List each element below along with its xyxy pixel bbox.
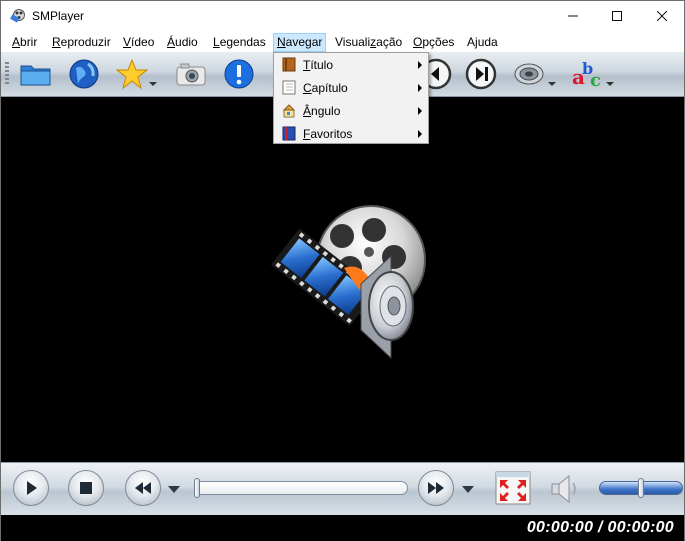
- submenu-arrow-icon: [418, 61, 422, 69]
- forward-button[interactable]: [418, 470, 454, 506]
- rewind-dropdown-arrow[interactable]: [168, 486, 180, 493]
- smplayer-film-reel-logo: [271, 205, 426, 360]
- seek-handle[interactable]: [194, 478, 200, 498]
- minimize-button[interactable]: [550, 1, 596, 31]
- info-icon: [224, 59, 254, 89]
- seek-bar[interactable]: [194, 481, 408, 495]
- maximize-button[interactable]: [594, 1, 640, 31]
- menu-abrir[interactable]: Abrir: [9, 34, 40, 51]
- audio-track-button[interactable]: [511, 56, 547, 92]
- menu-opcoes[interactable]: Opções: [410, 34, 457, 51]
- play-button[interactable]: [13, 470, 49, 506]
- mute-button[interactable]: [549, 473, 583, 505]
- globe-icon: [69, 59, 99, 89]
- menu-legendas[interactable]: Legendas: [210, 34, 269, 51]
- subtitles-icon: a b c: [572, 59, 601, 90]
- next-chapter-button[interactable]: [463, 56, 499, 92]
- smplayer-logo-icon: [10, 9, 25, 23]
- time-display: 00:00:00 / 00:00:00: [526, 519, 674, 536]
- menu-bar: Abrir Reproduzir Vídeo Áudio Legendas Na…: [1, 32, 684, 52]
- submenu-arrow-icon: [418, 130, 422, 138]
- stop-icon: [80, 482, 92, 494]
- stop-button[interactable]: [68, 470, 104, 506]
- video-area[interactable]: [1, 97, 684, 462]
- play-icon: [27, 481, 37, 495]
- menu-item-angulo[interactable]: Ângulo: [276, 100, 426, 122]
- volume-icon: [551, 474, 576, 504]
- subtitle-track-button[interactable]: a b c: [569, 56, 605, 92]
- open-file-button[interactable]: [18, 56, 54, 92]
- menu-item-favoritos[interactable]: Favoritos: [276, 123, 426, 145]
- folder-icon: [20, 65, 51, 86]
- star-icon: [116, 58, 148, 90]
- submenu-arrow-icon: [418, 84, 422, 92]
- control-bar: [1, 462, 684, 515]
- status-bar: 00:00:00 / 00:00:00: [1, 515, 684, 541]
- submenu-arrow-icon: [418, 107, 422, 115]
- menu-video[interactable]: Vídeo: [120, 34, 157, 51]
- rewind-icon: [135, 482, 151, 494]
- close-button[interactable]: [639, 1, 685, 31]
- fullscreen-button[interactable]: [495, 471, 531, 505]
- speaker-icon: [514, 63, 544, 85]
- window-title: SMPlayer: [32, 9, 85, 23]
- title-bar: SMPlayer: [1, 1, 684, 31]
- audio-dropdown-arrow[interactable]: [548, 82, 556, 86]
- menu-reproduzir[interactable]: Reproduzir: [49, 34, 114, 51]
- volume-handle[interactable]: [638, 478, 644, 498]
- info-button[interactable]: [221, 56, 257, 92]
- rewind-button[interactable]: [125, 470, 161, 506]
- app-window: SMPlayer Abrir Reproduzir Vídeo Áudio Le…: [0, 0, 685, 541]
- svg-text:c: c: [590, 70, 601, 90]
- forward-dropdown-arrow[interactable]: [462, 486, 474, 493]
- maximize-icon: [612, 11, 622, 21]
- menu-item-titulo[interactable]: Título: [276, 54, 426, 76]
- menu-navegar[interactable]: Navegar: [273, 33, 327, 52]
- close-icon: [657, 11, 667, 21]
- minimize-icon: [568, 15, 578, 17]
- menu-ajuda[interactable]: Ajuda: [464, 34, 501, 51]
- favorites-icon: [282, 126, 296, 141]
- toolbar-grip[interactable]: [5, 62, 9, 86]
- title-icon: [282, 57, 296, 72]
- next-chapter-icon: [465, 58, 497, 90]
- forward-icon: [428, 482, 444, 494]
- menu-item-capitulo[interactable]: Capítulo: [276, 77, 426, 99]
- open-url-button[interactable]: [66, 56, 102, 92]
- menu-visualizacao[interactable]: Visualização: [332, 34, 405, 51]
- favorites-button[interactable]: [114, 56, 150, 92]
- camera-icon: [176, 63, 206, 86]
- favorites-dropdown-arrow[interactable]: [149, 82, 157, 86]
- menu-audio[interactable]: Áudio: [164, 34, 201, 51]
- angle-icon: [282, 104, 296, 118]
- subtitles-dropdown-arrow[interactable]: [606, 82, 614, 86]
- navegar-dropdown-menu: Título Capítulo Ângulo Favoritos: [273, 52, 429, 144]
- chapter-icon: [282, 80, 296, 95]
- screenshot-button[interactable]: [173, 56, 209, 92]
- fullscreen-icon: [495, 471, 531, 505]
